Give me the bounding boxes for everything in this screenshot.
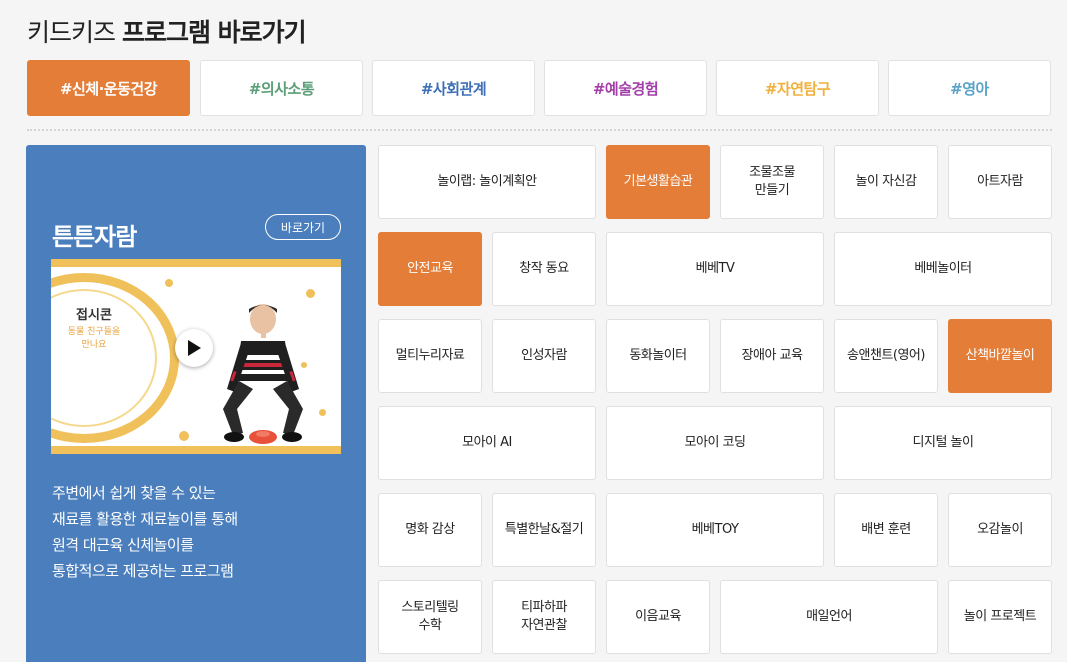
tab-nature-exploration[interactable]: #자연탐구 [716, 60, 879, 116]
decor-dot [306, 289, 315, 298]
program-card[interactable]: 인성자람 [492, 319, 596, 393]
program-card[interactable]: 조물조물 만들기 [720, 145, 824, 219]
program-card[interactable]: 멀티누리자료 [378, 319, 482, 393]
program-card[interactable]: 티파하파 자연관찰 [492, 580, 596, 654]
program-card[interactable]: 배변 훈련 [834, 493, 938, 567]
featured-program-title: 튼튼자람 [52, 223, 137, 251]
play-button[interactable] [175, 329, 213, 367]
program-card[interactable]: 동화놀이터 [606, 319, 710, 393]
video-thumbnail[interactable]: 접시콘 동물 친구들을 만나요 [51, 259, 341, 454]
featured-program-description: 주변에서 쉽게 찾을 수 있는 재료를 활용한 재료놀이를 통해 원격 대근육 … [52, 484, 238, 580]
tab-physical-health[interactable]: #신체·운동건강 [27, 60, 190, 116]
goto-button[interactable]: 바로가기 [265, 214, 341, 240]
video-title: 접시콘 [76, 308, 112, 323]
tab-infant[interactable]: #영아 [888, 60, 1051, 116]
featured-program-panel: 튼튼자람 바로가기 접시콘 동물 친구들을 만나요 주변에서 쉽게 찾을 수 있… [26, 145, 366, 662]
program-card[interactable]: 기본생활습관 [606, 145, 710, 219]
program-card[interactable]: 오감놀이 [948, 493, 1052, 567]
tab-communication[interactable]: #의사소통 [200, 60, 363, 116]
program-card[interactable]: 산책바깥놀이 [948, 319, 1052, 393]
thumbnail-band-bottom [51, 446, 341, 454]
program-card[interactable]: 창작 동요 [492, 232, 596, 306]
program-card[interactable]: 놀이 자신감 [834, 145, 938, 219]
program-card[interactable]: 베베TV [606, 232, 824, 306]
page-title: 키드키즈 프로그램 바로가기 [27, 18, 307, 47]
program-grid: 놀이랩: 놀이계획안 기본생활습관 조물조물 만들기 놀이 자신감 아트자람 안… [378, 145, 1052, 662]
program-card[interactable]: 스토리텔링 수학 [378, 580, 482, 654]
program-card[interactable]: 매일언어 [720, 580, 938, 654]
person-illustration [223, 304, 303, 444]
divider [27, 129, 1052, 131]
program-card[interactable]: 모아이 코딩 [606, 406, 824, 480]
tab-social-relations[interactable]: #사회관계 [372, 60, 535, 116]
tab-art-experience[interactable]: #예술경험 [544, 60, 707, 116]
program-card[interactable]: 특별한날&절기 [492, 493, 596, 567]
program-card[interactable]: 베베TOY [606, 493, 824, 567]
category-tabs: #신체·운동건강 #의사소통 #사회관계 #예술경험 #자연탐구 #영아 [27, 60, 1052, 117]
program-card[interactable]: 이음교육 [606, 580, 710, 654]
program-card[interactable]: 안전교육 [378, 232, 482, 306]
program-card[interactable]: 아트자람 [948, 145, 1052, 219]
play-icon [188, 340, 201, 356]
program-card[interactable]: 놀이랩: 놀이계획안 [378, 145, 596, 219]
program-card[interactable]: 디지털 놀이 [834, 406, 1052, 480]
program-card[interactable]: 모아이 AI [378, 406, 596, 480]
program-card[interactable]: 장애아 교육 [720, 319, 824, 393]
decor-dot [179, 431, 189, 441]
thumbnail-band-top [51, 259, 341, 267]
video-subtitle: 동물 친구들을 만나요 [67, 327, 121, 350]
decor-dot [319, 409, 326, 416]
program-card[interactable]: 명화 감상 [378, 493, 482, 567]
program-card[interactable]: 놀이 프로젝트 [948, 580, 1052, 654]
program-card[interactable]: 베베놀이터 [834, 232, 1052, 306]
program-card[interactable]: 송앤챈트(영어) [834, 319, 938, 393]
decor-dot [165, 279, 173, 287]
